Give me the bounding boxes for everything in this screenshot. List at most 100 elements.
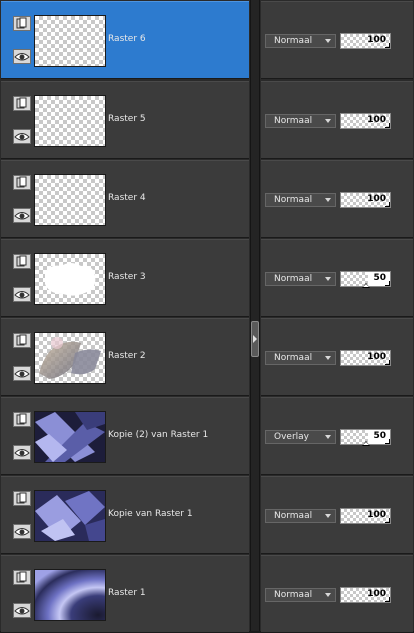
layer-link-icon[interactable] xyxy=(13,412,31,427)
blend-mode-value: Normaal xyxy=(274,590,313,600)
blend-mode-value: Normaal xyxy=(274,36,313,46)
blend-mode-value: Normaal xyxy=(274,274,313,284)
layer-row[interactable]: Raster 6 Normaal 100 xyxy=(0,1,414,79)
corner-icon xyxy=(385,281,390,286)
eye-icon[interactable] xyxy=(13,287,31,302)
layer-item[interactable]: Raster 6 xyxy=(1,1,249,79)
layer-thumbnail[interactable] xyxy=(34,174,106,226)
opacity-slider[interactable]: 100 xyxy=(340,508,391,524)
layer-row[interactable]: Raster 4 Normaal 100 xyxy=(0,160,414,238)
blend-mode-value: Normaal xyxy=(274,195,313,205)
blend-mode-select[interactable]: Normaal xyxy=(265,34,336,48)
layer-name: Raster 2 xyxy=(108,351,146,361)
chevron-down-icon xyxy=(325,277,331,281)
eye-icon[interactable] xyxy=(13,129,31,144)
layer-thumbnail[interactable] xyxy=(34,411,106,463)
layer-row[interactable]: Raster 2 Normaal 100 xyxy=(0,318,414,396)
blend-mode-select[interactable]: Normaal xyxy=(265,272,336,286)
opacity-slider[interactable]: 100 xyxy=(340,350,391,366)
layer-name: Raster 6 xyxy=(108,34,146,44)
layer-name: Raster 3 xyxy=(108,272,146,282)
layer-properties: Normaal 100 xyxy=(261,555,413,633)
layer-thumbnail[interactable] xyxy=(34,332,106,384)
layers-panel: Raster 6 Normaal 100 Raster 5 Normaal 10… xyxy=(0,0,414,633)
opacity-slider[interactable]: 50 xyxy=(340,271,391,288)
opacity-marker-icon[interactable] xyxy=(362,441,370,446)
layer-row[interactable]: Kopie van Raster 1 Normaal 100 xyxy=(0,476,414,554)
blend-mode-select[interactable]: Normaal xyxy=(265,351,336,365)
layer-row[interactable]: Raster 1 Normaal 100 xyxy=(0,555,414,633)
opacity-slider[interactable]: 100 xyxy=(340,113,391,129)
layer-item[interactable]: Raster 4 xyxy=(1,160,249,238)
layer-thumbnail[interactable] xyxy=(34,95,106,147)
layer-link-icon[interactable] xyxy=(13,570,31,585)
chevron-down-icon xyxy=(325,198,331,202)
layer-properties: Normaal 100 xyxy=(261,476,413,554)
layer-item[interactable]: Raster 3 xyxy=(1,239,249,317)
chevron-down-icon xyxy=(325,593,331,597)
eye-icon[interactable] xyxy=(13,524,31,539)
layer-link-icon[interactable] xyxy=(13,491,31,506)
layer-thumbnail[interactable] xyxy=(34,490,106,542)
chevron-down-icon xyxy=(325,514,331,518)
opacity-marker-icon[interactable] xyxy=(362,283,370,288)
eye-icon[interactable] xyxy=(13,366,31,381)
blend-mode-select[interactable]: Normaal xyxy=(265,193,336,207)
chevron-down-icon xyxy=(325,435,331,439)
blend-mode-select[interactable]: Normaal xyxy=(265,509,336,523)
opacity-value: 100 xyxy=(367,194,386,204)
corner-icon xyxy=(385,439,390,444)
opacity-value: 100 xyxy=(367,35,386,45)
corner-icon xyxy=(385,123,390,128)
opacity-slider[interactable]: 100 xyxy=(340,33,391,49)
layer-properties: Normaal 100 xyxy=(261,318,413,396)
blend-mode-value: Normaal xyxy=(274,116,313,126)
blend-mode-select[interactable]: Normaal xyxy=(265,114,336,128)
eye-icon[interactable] xyxy=(13,208,31,223)
layer-item[interactable]: Raster 2 xyxy=(1,318,249,396)
blend-mode-value: Overlay xyxy=(274,432,309,442)
blend-mode-select[interactable]: Overlay xyxy=(265,430,336,444)
corner-icon xyxy=(385,43,390,48)
opacity-slider[interactable]: 50 xyxy=(340,429,391,446)
layer-name: Kopie van Raster 1 xyxy=(108,509,193,519)
opacity-slider[interactable]: 100 xyxy=(340,192,391,208)
layer-thumbnail[interactable] xyxy=(34,15,106,67)
corner-icon xyxy=(385,202,390,207)
opacity-slider[interactable]: 100 xyxy=(340,587,391,603)
layer-link-icon[interactable] xyxy=(13,175,31,190)
layer-link-icon[interactable] xyxy=(13,333,31,348)
layer-thumbnail[interactable] xyxy=(34,569,106,621)
opacity-value: 100 xyxy=(367,589,386,599)
blend-mode-select[interactable]: Normaal xyxy=(265,588,336,602)
layer-item[interactable]: Raster 1 xyxy=(1,555,249,633)
corner-icon xyxy=(385,360,390,365)
layer-name: Raster 1 xyxy=(108,588,146,598)
layer-link-icon[interactable] xyxy=(13,254,31,269)
eye-icon[interactable] xyxy=(13,603,31,618)
opacity-value: 100 xyxy=(367,115,386,125)
corner-icon xyxy=(385,518,390,523)
layer-item[interactable]: Kopie (2) van Raster 1 xyxy=(1,397,249,475)
chevron-down-icon xyxy=(325,39,331,43)
chevron-down-icon xyxy=(325,356,331,360)
layer-row[interactable]: Raster 3 Normaal 50 xyxy=(0,239,414,317)
layer-row[interactable]: Raster 5 Normaal 100 xyxy=(0,81,414,159)
layer-properties: Normaal 50 xyxy=(261,239,413,317)
chevron-down-icon xyxy=(325,119,331,123)
layer-item[interactable]: Kopie van Raster 1 xyxy=(1,476,249,554)
layer-properties: Normaal 100 xyxy=(261,81,413,159)
layer-name: Kopie (2) van Raster 1 xyxy=(108,430,209,440)
eye-icon[interactable] xyxy=(13,49,31,64)
layer-name: Raster 5 xyxy=(108,114,146,124)
layer-name: Raster 4 xyxy=(108,193,146,203)
layer-properties: Overlay 50 xyxy=(261,397,413,475)
eye-icon[interactable] xyxy=(13,445,31,460)
layer-item[interactable]: Raster 5 xyxy=(1,81,249,159)
layer-link-icon[interactable] xyxy=(13,16,31,31)
layer-thumbnail[interactable] xyxy=(34,253,106,305)
opacity-value: 100 xyxy=(367,510,386,520)
layer-row[interactable]: Kopie (2) van Raster 1 Overlay 50 xyxy=(0,397,414,475)
layer-link-icon[interactable] xyxy=(13,96,31,111)
opacity-value: 100 xyxy=(367,352,386,362)
